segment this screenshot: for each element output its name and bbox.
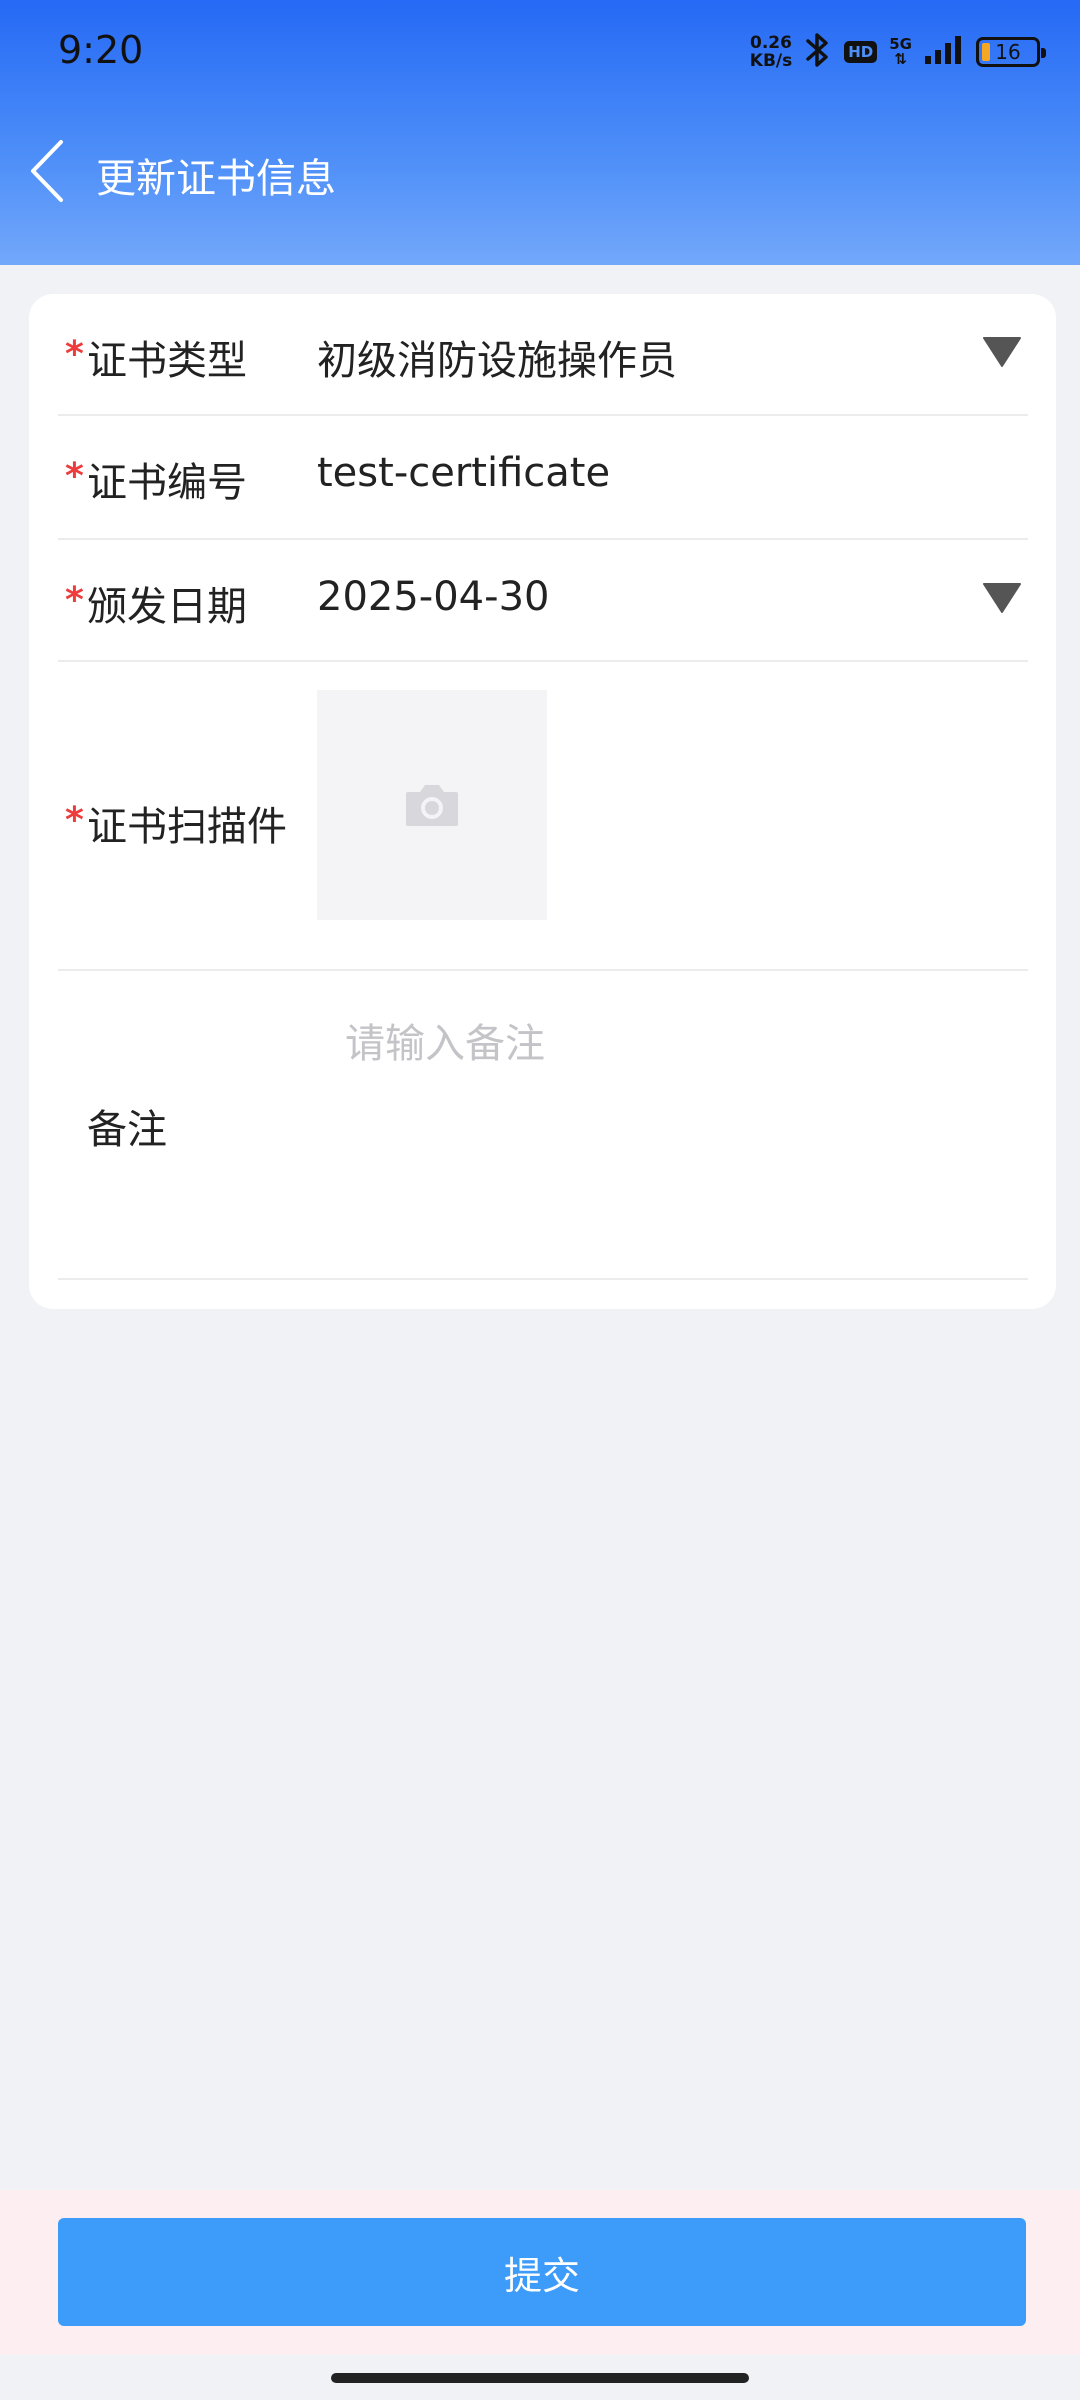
- form-card: * 证书类型 初级消防设施操作员 * 证书编号 test-certificate…: [29, 294, 1056, 1309]
- network-speed: 0.26 KB/s: [750, 34, 792, 70]
- chevron-left-icon: [31, 140, 63, 202]
- network-type: 5G ⇅: [889, 37, 912, 67]
- issue-date-label: 颁发日期: [87, 584, 247, 630]
- status-bar: 9:20 0.26 KB/s HD 5G ⇅ 16: [0, 0, 1080, 105]
- cert-type-value[interactable]: 初级消防设施操作员: [317, 328, 677, 386]
- data-arrows-icon: ⇅: [894, 50, 907, 68]
- camera-icon: [406, 785, 458, 826]
- network-speed-unit: KB/s: [749, 51, 793, 71]
- cert-number-row: * 证书编号 test-certificate: [58, 416, 1028, 540]
- remark-row: 备注: [58, 971, 1028, 1280]
- cert-scan-row: * 证书扫描件: [58, 662, 1028, 971]
- page-title: 更新证书信息: [96, 156, 336, 202]
- cert-number-input[interactable]: test-certificate: [317, 450, 610, 496]
- upload-image-button[interactable]: [317, 690, 547, 920]
- cert-type-label: 证书类型: [87, 338, 247, 384]
- battery-fill: [982, 43, 990, 61]
- status-icons: 0.26 KB/s HD 5G ⇅ 16: [750, 30, 1046, 74]
- bluetooth-icon: [804, 30, 832, 74]
- cert-number-label: 证书编号: [87, 460, 247, 506]
- battery-icon: 16: [976, 37, 1046, 67]
- battery-level: 16: [995, 40, 1021, 64]
- submit-button[interactable]: 提交: [58, 2218, 1026, 2326]
- remark-label: 备注: [87, 1107, 167, 1153]
- nav-bar: 更新证书信息: [0, 130, 1080, 210]
- dropdown-triangle-icon[interactable]: [982, 336, 1022, 368]
- home-indicator[interactable]: [331, 2373, 749, 2383]
- issue-date-value[interactable]: 2025-04-30: [317, 574, 549, 620]
- network-speed-value: 0.26: [750, 33, 792, 53]
- required-mark: *: [65, 334, 84, 375]
- required-mark: *: [65, 456, 84, 497]
- footer: 提交: [0, 2190, 1080, 2355]
- cert-type-row[interactable]: * 证书类型 初级消防设施操作员: [58, 294, 1028, 416]
- header: 9:20 0.26 KB/s HD 5G ⇅ 16 更新证书信息: [0, 0, 1080, 265]
- cert-scan-label: 证书扫描件: [87, 804, 287, 850]
- issue-date-row[interactable]: * 颁发日期 2025-04-30: [58, 540, 1028, 662]
- status-time: 9:20: [58, 28, 144, 72]
- signal-icon: [924, 35, 964, 69]
- required-mark: *: [65, 800, 84, 841]
- back-button[interactable]: [22, 136, 72, 206]
- hd-badge: HD: [844, 41, 878, 63]
- remark-input[interactable]: [317, 1011, 997, 1211]
- required-mark: *: [65, 580, 84, 621]
- dropdown-triangle-icon[interactable]: [982, 582, 1022, 614]
